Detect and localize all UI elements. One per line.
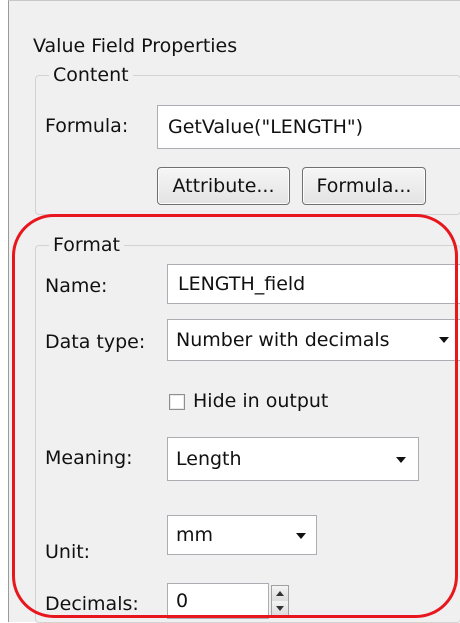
- decimals-field[interactable]: 0: [167, 583, 269, 619]
- format-legend: Format: [49, 234, 124, 256]
- meaning-dropdown[interactable]: Length: [167, 437, 419, 481]
- datatype-dropdown-value: Number with decimals: [176, 329, 390, 351]
- formula-button[interactable]: Formula...: [302, 167, 426, 205]
- decimals-label: Decimals:: [45, 593, 139, 615]
- meaning-dropdown-value: Length: [176, 448, 242, 470]
- dialog-title: Value Field Properties: [33, 35, 238, 57]
- name-label: Name:: [45, 275, 108, 297]
- name-field-value: LENGTH_field: [178, 273, 306, 295]
- unit-label: Unit:: [45, 541, 91, 563]
- datatype-label: Data type:: [45, 331, 146, 353]
- formula-field-value: GetValue("LENGTH"): [168, 116, 364, 138]
- datatype-chevron-down-icon[interactable]: [439, 337, 449, 343]
- decimals-stepper[interactable]: [271, 585, 289, 617]
- name-field[interactable]: LENGTH_field: [167, 264, 460, 304]
- hide-in-output-checkbox[interactable]: [169, 394, 185, 410]
- arrow-down-icon: [276, 606, 284, 611]
- content-legend: Content: [49, 64, 133, 86]
- stepper-down-button[interactable]: [272, 601, 288, 616]
- formula-label: Formula:: [45, 115, 129, 137]
- meaning-chevron-down-icon[interactable]: [396, 457, 406, 463]
- arrow-up-icon: [276, 591, 284, 596]
- stepper-up-button[interactable]: [272, 586, 288, 602]
- hide-in-output-label[interactable]: Hide in output: [193, 390, 328, 412]
- meaning-label: Meaning:: [45, 447, 133, 469]
- formula-field[interactable]: GetValue("LENGTH"): [157, 105, 460, 149]
- unit-dropdown[interactable]: mm: [167, 515, 317, 555]
- unit-dropdown-value: mm: [176, 524, 214, 546]
- unit-chevron-down-icon[interactable]: [296, 533, 306, 539]
- attribute-button[interactable]: Attribute...: [157, 167, 290, 205]
- value-field-properties-dialog: Value Field Properties Content Formula: …: [8, 0, 460, 623]
- datatype-dropdown[interactable]: Number with decimals: [167, 319, 460, 361]
- decimals-field-value: 0: [176, 590, 189, 612]
